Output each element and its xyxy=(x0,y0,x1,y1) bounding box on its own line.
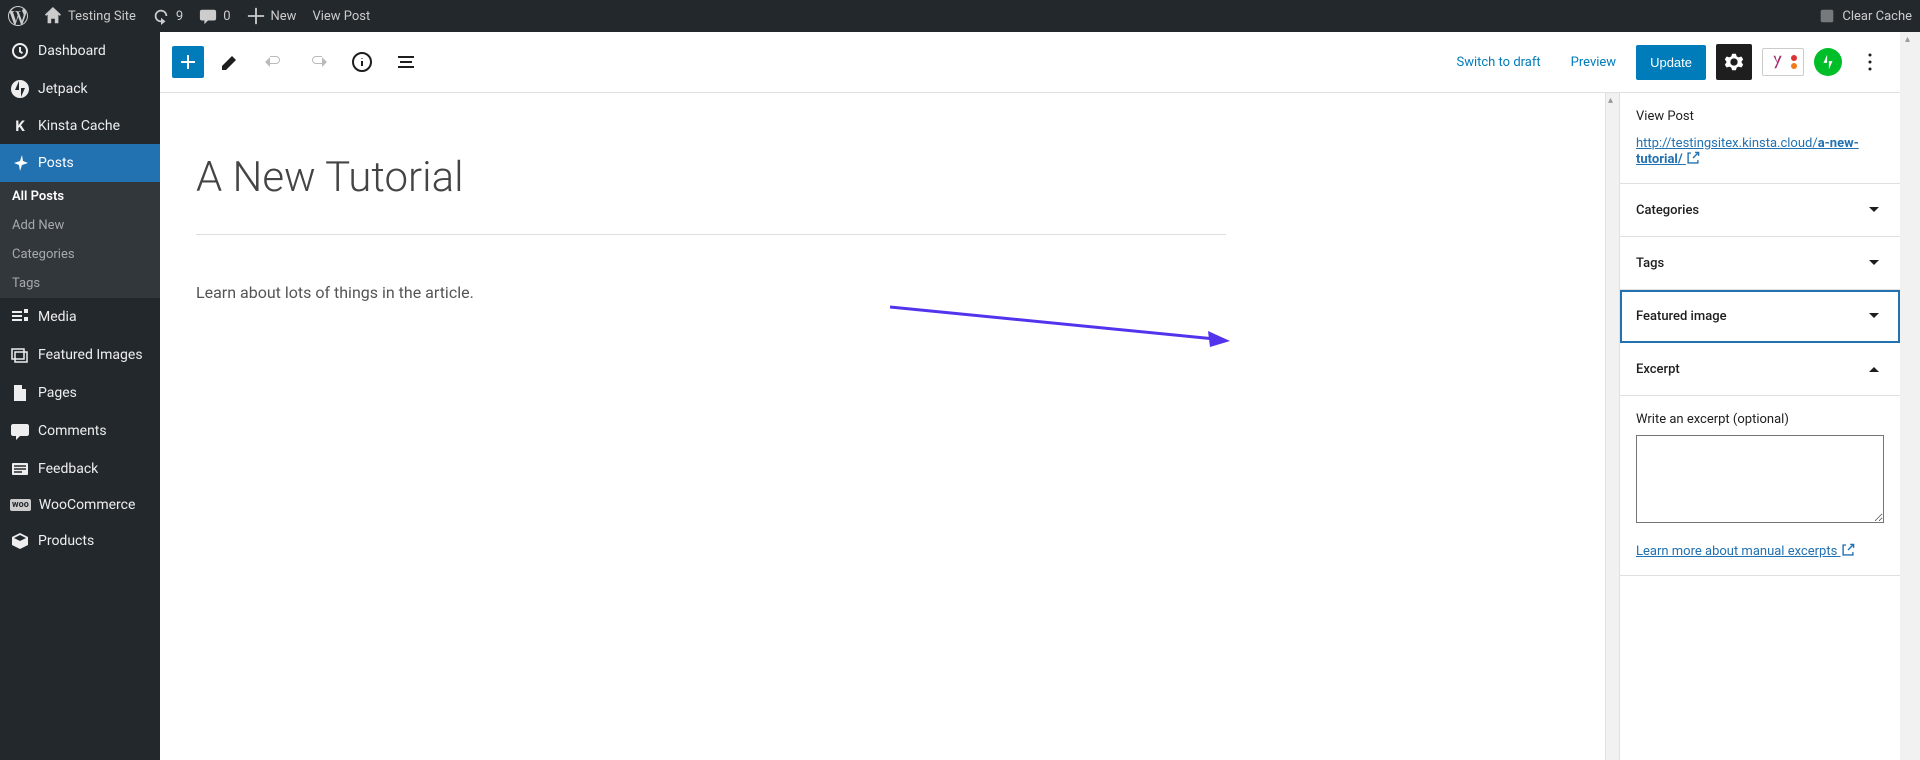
pencil-icon xyxy=(218,50,242,74)
categories-panel-toggle[interactable]: Categories xyxy=(1620,184,1900,237)
view-post-heading: View Post xyxy=(1636,109,1884,124)
sidebar-item-products[interactable]: Products xyxy=(0,522,160,560)
post-content[interactable]: Learn about lots of things in the articl… xyxy=(196,283,1164,302)
excerpt-section: Write an excerpt (optional) Learn more a… xyxy=(1620,396,1900,576)
jetpack-icon xyxy=(10,79,30,99)
submenu-add-new[interactable]: Add New xyxy=(0,211,160,240)
images-icon xyxy=(10,345,30,365)
permalink-link[interactable]: http://testingsitex.kinsta.cloud/a-new-t… xyxy=(1636,136,1859,167)
external-link-icon xyxy=(1686,151,1700,165)
jetpack-bolt-icon xyxy=(1819,53,1837,71)
wordpress-icon xyxy=(8,6,28,26)
wp-logo[interactable] xyxy=(8,0,28,32)
kinsta-icon: K xyxy=(10,117,30,135)
more-options-button[interactable] xyxy=(1852,44,1888,80)
annotation-arrow xyxy=(890,303,1230,353)
yoast-icon xyxy=(1769,53,1787,71)
plus-icon xyxy=(176,50,200,74)
redo-button[interactable] xyxy=(300,44,336,80)
home-icon xyxy=(44,7,62,25)
pin-icon xyxy=(10,153,30,173)
edit-tool-button[interactable] xyxy=(212,44,248,80)
editor: Switch to draft Preview Update A New Tut… xyxy=(160,32,1900,760)
settings-toggle-button[interactable] xyxy=(1716,44,1752,80)
clear-cache-link[interactable]: Clear Cache xyxy=(1818,0,1912,32)
chevron-down-icon xyxy=(1864,253,1884,273)
media-icon xyxy=(10,307,30,327)
sidebar-item-media[interactable]: Media xyxy=(0,298,160,336)
site-name-link[interactable]: Testing Site xyxy=(44,0,136,32)
external-link-icon xyxy=(1841,543,1855,557)
woo-icon: woo xyxy=(10,499,31,511)
tags-panel-toggle[interactable]: Tags xyxy=(1620,237,1900,290)
refresh-icon xyxy=(152,7,170,25)
excerpt-textarea[interactable] xyxy=(1636,435,1884,523)
pages-icon xyxy=(10,383,30,403)
sidebar-item-comments[interactable]: Comments xyxy=(0,412,160,450)
settings-panel: View Post http://testingsitex.kinsta.clo… xyxy=(1619,93,1900,760)
excerpt-learn-more-link[interactable]: Learn more about manual excerpts xyxy=(1636,543,1855,559)
submenu-tags[interactable]: Tags xyxy=(0,269,160,298)
gear-icon xyxy=(1723,51,1745,73)
post-title[interactable]: A New Tutorial xyxy=(196,153,1164,202)
comments-icon xyxy=(10,421,30,441)
undo-button[interactable] xyxy=(256,44,292,80)
updates-link[interactable]: 9 xyxy=(152,0,183,32)
featured-image-panel-toggle[interactable]: Featured image xyxy=(1620,290,1900,343)
sidebar-item-featured-images[interactable]: Featured Images xyxy=(0,336,160,374)
view-post-link[interactable]: View Post xyxy=(312,0,370,32)
comment-icon xyxy=(199,7,217,25)
submenu-all-posts[interactable]: All Posts xyxy=(0,182,160,211)
sidebar-item-feedback[interactable]: Feedback xyxy=(0,450,160,488)
admin-bar: Testing Site 9 0 New View Post Clear Cac… xyxy=(0,0,1920,32)
excerpt-field-label: Write an excerpt (optional) xyxy=(1636,412,1884,427)
preview-button[interactable]: Preview xyxy=(1561,49,1626,76)
info-icon xyxy=(350,50,374,74)
dashboard-icon xyxy=(10,41,30,61)
chevron-down-icon xyxy=(1864,200,1884,220)
admin-sidebar: Dashboard Jetpack K Kinsta Cache Posts A… xyxy=(0,32,160,760)
excerpt-panel-toggle[interactable]: Excerpt xyxy=(1620,343,1900,396)
chevron-up-icon xyxy=(1864,359,1884,379)
database-icon xyxy=(1818,7,1836,25)
updates-count: 9 xyxy=(176,9,183,24)
sidebar-item-kinsta[interactable]: K Kinsta Cache xyxy=(0,108,160,144)
new-link[interactable]: New xyxy=(247,0,297,32)
comments-link[interactable]: 0 xyxy=(199,0,230,32)
title-divider xyxy=(196,234,1226,235)
redo-icon xyxy=(306,50,330,74)
canvas-scrollbar[interactable] xyxy=(1605,93,1619,760)
info-button[interactable] xyxy=(344,44,380,80)
comments-count: 0 xyxy=(223,9,230,24)
sidebar-item-jetpack[interactable]: Jetpack xyxy=(0,70,160,108)
yoast-button[interactable] xyxy=(1762,48,1804,76)
update-button[interactable]: Update xyxy=(1636,45,1706,80)
feedback-icon xyxy=(10,459,30,479)
sidebar-item-pages[interactable]: Pages xyxy=(0,374,160,412)
permalink-section: View Post http://testingsitex.kinsta.clo… xyxy=(1620,93,1900,184)
switch-to-draft-button[interactable]: Switch to draft xyxy=(1446,49,1550,76)
outline-button[interactable] xyxy=(388,44,424,80)
sidebar-item-dashboard[interactable]: Dashboard xyxy=(0,32,160,70)
site-name: Testing Site xyxy=(68,9,136,24)
outline-icon xyxy=(394,50,418,74)
kebab-icon xyxy=(1858,50,1882,74)
jetpack-button[interactable] xyxy=(1814,48,1842,76)
new-label: New xyxy=(271,9,297,24)
posts-submenu: All Posts Add New Categories Tags xyxy=(0,182,160,298)
add-block-button[interactable] xyxy=(172,46,204,78)
sidebar-item-posts[interactable]: Posts xyxy=(0,144,160,182)
undo-icon xyxy=(262,50,286,74)
window-scrollbar[interactable] xyxy=(1900,32,1920,760)
editor-canvas[interactable]: A New Tutorial Learn about lots of thing… xyxy=(160,93,1605,760)
products-icon xyxy=(10,531,30,551)
editor-header: Switch to draft Preview Update xyxy=(160,32,1900,93)
submenu-categories[interactable]: Categories xyxy=(0,240,160,269)
chevron-down-icon xyxy=(1864,306,1884,326)
plus-icon xyxy=(247,7,265,25)
sidebar-item-woocommerce[interactable]: woo WooCommerce xyxy=(0,488,160,522)
